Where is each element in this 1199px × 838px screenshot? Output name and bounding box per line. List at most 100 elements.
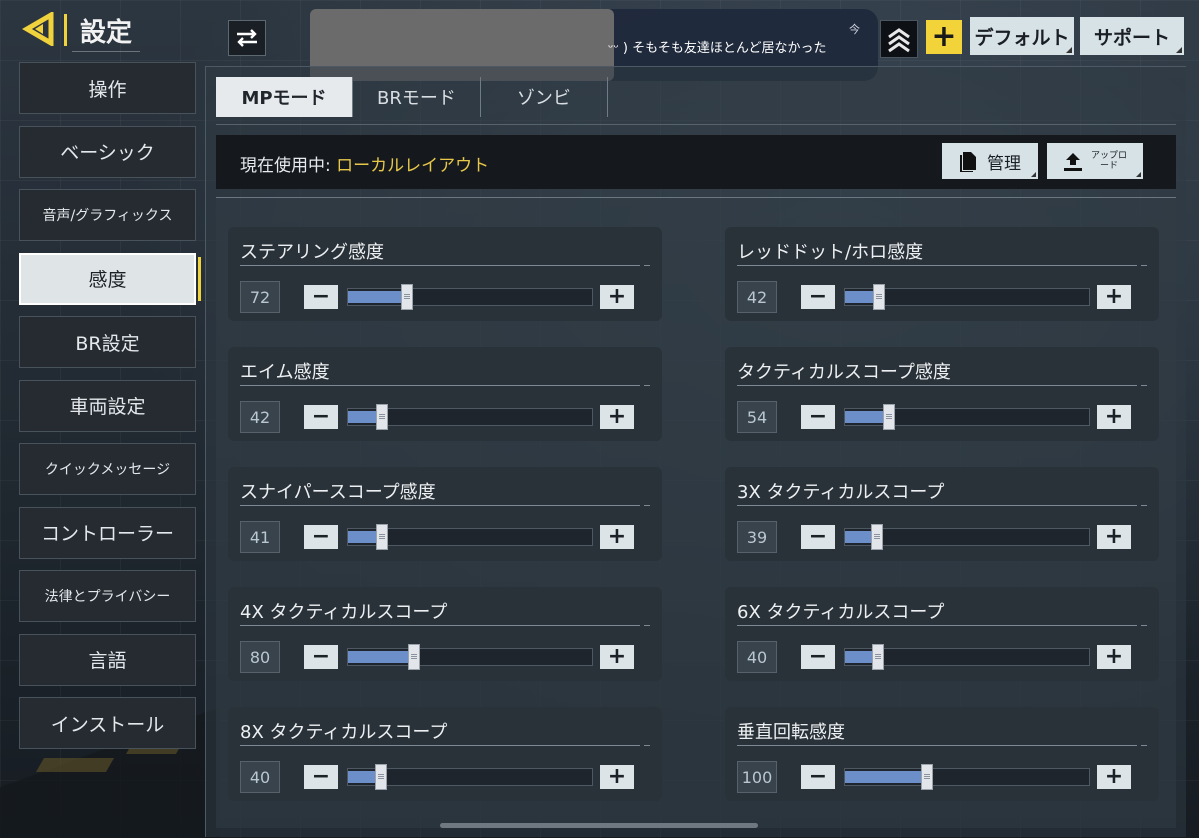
increase-button[interactable]: + bbox=[600, 765, 634, 789]
label-underline bbox=[240, 385, 650, 386]
sidebar-item-vehicle[interactable]: 車両設定 bbox=[19, 379, 196, 432]
decrease-button[interactable]: − bbox=[304, 525, 338, 549]
slider-handle[interactable] bbox=[401, 284, 413, 310]
sensitivity-slider[interactable] bbox=[347, 764, 593, 790]
decrease-button[interactable]: − bbox=[801, 525, 835, 549]
slider-handle[interactable] bbox=[873, 284, 885, 310]
sensitivity-slider[interactable] bbox=[844, 404, 1090, 430]
sensitivity-value-field[interactable]: 41 bbox=[240, 521, 280, 553]
decrease-button[interactable]: − bbox=[801, 645, 835, 669]
sensitivity-slider[interactable] bbox=[844, 644, 1090, 670]
sensitivity-card-3x-tactical-scope: 3X タクティカルスコープ 39− + bbox=[725, 467, 1159, 561]
increase-button[interactable]: + bbox=[600, 285, 634, 309]
sensitivity-value-field[interactable]: 42 bbox=[737, 281, 777, 313]
slider-fill bbox=[348, 651, 414, 663]
sensitivity-value-field[interactable]: 42 bbox=[240, 401, 280, 433]
sensitivity-value-field[interactable]: 54 bbox=[737, 401, 777, 433]
decrease-button[interactable]: − bbox=[801, 285, 835, 309]
increase-button[interactable]: + bbox=[600, 525, 634, 549]
label-underline bbox=[737, 385, 1147, 386]
current-layout: 現在使用中: ローカルレイアウト bbox=[240, 151, 489, 176]
slider-handle[interactable] bbox=[871, 524, 883, 550]
sidebar-item-quick-message[interactable]: クイックメッセージ bbox=[19, 443, 196, 495]
increase-button[interactable]: + bbox=[600, 645, 634, 669]
increase-button[interactable]: + bbox=[1097, 645, 1131, 669]
sidebar-item-label: ベーシック bbox=[60, 142, 155, 164]
sidebar-item-audio-graphics[interactable]: 音声/グラフィックス bbox=[19, 189, 196, 241]
sensitivity-slider[interactable] bbox=[347, 524, 593, 550]
tab-divider bbox=[216, 124, 1176, 125]
manage-button[interactable]: 管理 bbox=[942, 143, 1038, 179]
sidebar-item-basic[interactable]: ベーシック bbox=[19, 125, 196, 178]
back-button[interactable] bbox=[18, 10, 64, 48]
sensitivity-slider[interactable] bbox=[844, 764, 1090, 790]
increase-button[interactable]: + bbox=[1097, 285, 1131, 309]
slider-fill bbox=[348, 291, 407, 303]
sensitivity-label: 3X タクティカルスコープ bbox=[737, 482, 945, 503]
add-button[interactable]: + bbox=[926, 20, 962, 54]
sensitivity-slider[interactable] bbox=[347, 644, 593, 670]
slider-handle[interactable] bbox=[921, 764, 933, 790]
sensitivity-card-tactical-scope: タクティカルスコープ感度 54− + bbox=[725, 347, 1159, 441]
sensitivity-label: 垂直回転感度 bbox=[737, 722, 845, 743]
sensitivity-slider[interactable] bbox=[347, 284, 593, 310]
current-layout-value: ローカルレイアウト bbox=[336, 156, 490, 176]
increase-button[interactable]: + bbox=[600, 405, 634, 429]
decrease-button[interactable]: − bbox=[801, 405, 835, 429]
sensitivity-slider[interactable] bbox=[844, 524, 1090, 550]
increase-button[interactable]: + bbox=[1097, 765, 1131, 789]
slider-fill bbox=[845, 771, 927, 783]
swap-arrows-icon bbox=[237, 29, 257, 47]
sidebar-item-sensitivity[interactable]: 感度 bbox=[19, 252, 201, 305]
sensitivity-value-field[interactable]: 40 bbox=[240, 761, 280, 793]
increase-button[interactable]: + bbox=[1097, 405, 1131, 429]
sensitivity-value-field[interactable]: 72 bbox=[240, 281, 280, 313]
tab-zombie[interactable]: ゾンビ bbox=[481, 77, 608, 117]
rank-button[interactable] bbox=[880, 20, 918, 58]
sidebar-item-controller[interactable]: コントローラー bbox=[19, 506, 196, 559]
sensitivity-slider[interactable] bbox=[844, 284, 1090, 310]
tab-br-mode[interactable]: BRモード bbox=[353, 77, 481, 117]
default-button[interactable]: デフォルト bbox=[970, 17, 1074, 55]
page-title: 設定 bbox=[72, 10, 141, 52]
scroll-indicator[interactable] bbox=[440, 823, 758, 828]
label-underline bbox=[737, 265, 1147, 266]
increase-button[interactable]: + bbox=[1097, 525, 1131, 549]
decrease-button[interactable]: − bbox=[304, 405, 338, 429]
decrease-button[interactable]: − bbox=[304, 765, 338, 789]
label-underline bbox=[737, 745, 1147, 746]
sensitivity-value-field[interactable]: 80 bbox=[240, 641, 280, 673]
sensitivity-card-red-dot-holo: レッドドット/ホロ感度 42− + bbox=[725, 227, 1159, 321]
upload-button[interactable]: アップロード bbox=[1047, 143, 1143, 179]
sidebar-item-label: 感度 bbox=[88, 269, 127, 291]
slider-handle[interactable] bbox=[408, 644, 420, 670]
sidebar-item-legal-privacy[interactable]: 法律とプライバシー bbox=[19, 570, 196, 622]
sensitivity-label: エイム感度 bbox=[240, 362, 330, 383]
sidebar-item-controls[interactable]: 操作 bbox=[19, 62, 196, 114]
sidebar-item-language[interactable]: 言語 bbox=[19, 633, 196, 686]
sidebar-item-label: 操作 bbox=[88, 78, 127, 101]
sidebar-item-br-settings[interactable]: BR設定 bbox=[19, 316, 196, 368]
support-button[interactable]: サポート bbox=[1080, 17, 1184, 55]
sensitivity-card-4x-tactical-scope: 4X タクティカルスコープ 80− + bbox=[228, 587, 662, 681]
decrease-button[interactable]: − bbox=[801, 765, 835, 789]
slider-handle[interactable] bbox=[883, 404, 895, 430]
tab-mp-mode[interactable]: MPモード bbox=[216, 77, 353, 117]
decrease-button[interactable]: − bbox=[304, 645, 338, 669]
sensitivity-value-field[interactable]: 40 bbox=[737, 641, 777, 673]
slider-handle[interactable] bbox=[375, 764, 387, 790]
decrease-button[interactable]: − bbox=[304, 285, 338, 309]
sensitivity-value-field[interactable]: 39 bbox=[737, 521, 777, 553]
label-underline bbox=[240, 505, 650, 506]
sidebar-item-install[interactable]: インストール bbox=[19, 697, 196, 749]
settings-panel: MPモード BRモード ゾンビ 現在使用中: ローカルレイアウト 管理 アップロ… bbox=[205, 66, 1186, 837]
slider-handle[interactable] bbox=[376, 404, 388, 430]
sensitivity-value-field[interactable]: 100 bbox=[737, 761, 777, 793]
sensitivity-slider[interactable] bbox=[347, 404, 593, 430]
slider-handle[interactable] bbox=[872, 644, 884, 670]
swap-button[interactable] bbox=[228, 20, 266, 56]
document-icon bbox=[960, 152, 976, 172]
slider-handle[interactable] bbox=[376, 524, 388, 550]
sensitivity-card-aim: エイム感度 42− + bbox=[228, 347, 662, 441]
sensitivity-card-6x-tactical-scope: 6X タクティカルスコープ 40− + bbox=[725, 587, 1159, 681]
